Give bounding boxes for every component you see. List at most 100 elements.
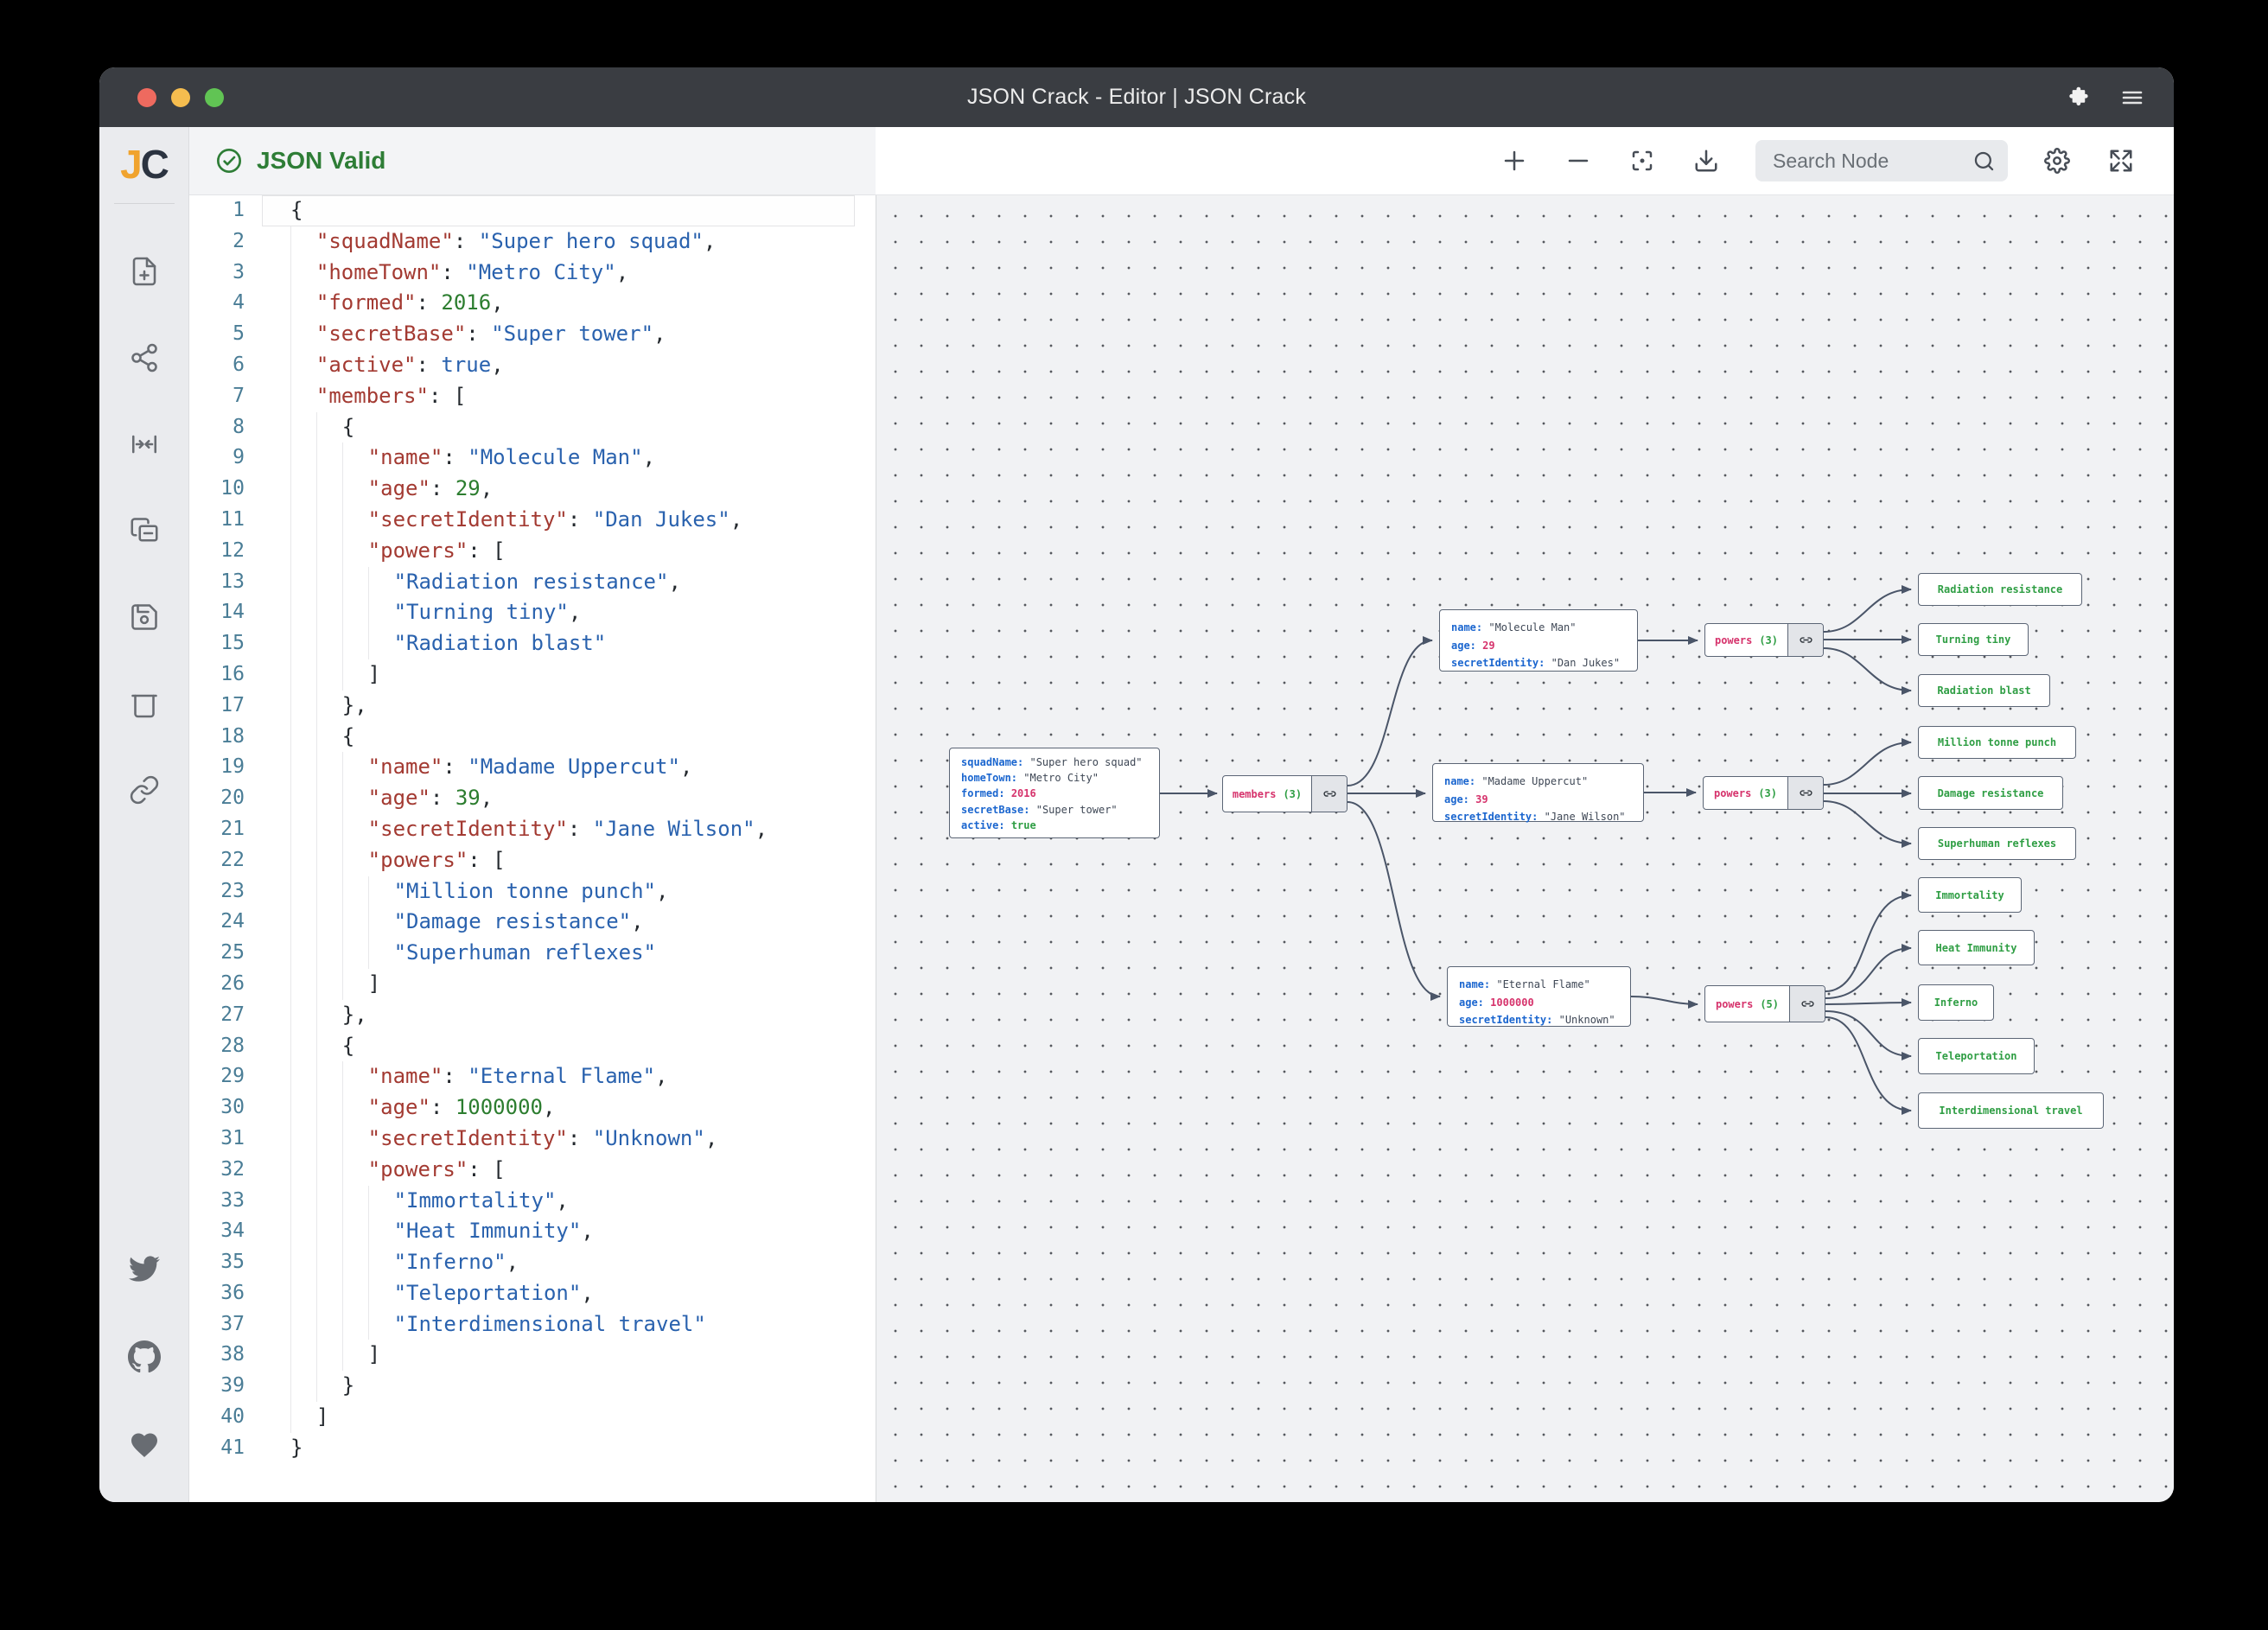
app-logo[interactable]: JC: [120, 144, 168, 184]
fit-width-button[interactable]: [117, 417, 172, 472]
code-line[interactable]: 15"Radiation blast": [189, 628, 876, 659]
code-line[interactable]: 10"age": 29,: [189, 474, 876, 505]
node-leaf[interactable]: Interdimensional travel: [1918, 1092, 2104, 1129]
line-number: 7: [189, 381, 262, 412]
delete-button[interactable]: [117, 676, 172, 731]
code-line[interactable]: 41}: [189, 1433, 876, 1464]
code-line[interactable]: 3"homeTown": "Metro City",: [189, 258, 876, 289]
puzzle-extension-icon[interactable]: [2067, 86, 2091, 109]
line-number: 39: [189, 1371, 262, 1402]
code-line[interactable]: 40]: [189, 1402, 876, 1433]
line-number: 32: [189, 1155, 262, 1186]
code-line[interactable]: 8{: [189, 412, 876, 443]
code-line[interactable]: 22"powers": [: [189, 845, 876, 876]
code-line[interactable]: 13"Radiation resistance",: [189, 567, 876, 598]
zoom-out-button[interactable]: [1564, 146, 1593, 175]
code-line[interactable]: 32"powers": [: [189, 1155, 876, 1186]
code-line[interactable]: 24"Damage resistance",: [189, 907, 876, 938]
node-leaf[interactable]: Radiation resistance: [1918, 573, 2082, 606]
line-number: 41: [189, 1433, 262, 1464]
code-line[interactable]: 38]: [189, 1340, 876, 1371]
collapse-link-icon[interactable]: [1787, 624, 1823, 656]
node-leaf[interactable]: Million tonne punch: [1918, 726, 2076, 759]
node-member-eternal-flame[interactable]: name: "Eternal Flame" age: 1000000 secre…: [1447, 966, 1631, 1027]
code-line[interactable]: 17},: [189, 691, 876, 722]
line-number: 10: [189, 474, 262, 505]
code-line[interactable]: 12"powers": [: [189, 536, 876, 567]
code-line[interactable]: 37"Interdimensional travel": [189, 1309, 876, 1340]
code-line[interactable]: 36"Teleportation",: [189, 1278, 876, 1309]
node-leaf[interactable]: Radiation blast: [1918, 674, 2050, 707]
sponsor-button[interactable]: [117, 1417, 172, 1473]
line-number: 8: [189, 412, 262, 443]
download-image-button[interactable]: [1691, 146, 1721, 175]
twitter-icon: [129, 1253, 160, 1284]
line-number: 38: [189, 1340, 262, 1371]
code-line[interactable]: 9"name": "Molecule Man",: [189, 443, 876, 474]
node-leaf[interactable]: Heat Immunity: [1918, 930, 2035, 965]
code-line[interactable]: 5"secretBase": "Super tower",: [189, 319, 876, 350]
code-line[interactable]: 34"Heat Immunity",: [189, 1216, 876, 1247]
twitter-button[interactable]: [117, 1241, 172, 1296]
menu-icon[interactable]: [2120, 87, 2144, 108]
code-line[interactable]: 23"Million tonne punch",: [189, 876, 876, 907]
code-line[interactable]: 35"Inferno",: [189, 1247, 876, 1278]
code-line[interactable]: 19"name": "Madame Uppercut",: [189, 752, 876, 783]
code-line[interactable]: 11"secretIdentity": "Dan Jukes",: [189, 505, 876, 536]
code-line[interactable]: 31"secretIdentity": "Unknown",: [189, 1124, 876, 1155]
focus-center-button[interactable]: [1628, 146, 1657, 175]
code-line[interactable]: 29"name": "Eternal Flame",: [189, 1061, 876, 1092]
collapse-link-icon[interactable]: [1311, 776, 1347, 812]
node-root-object[interactable]: squadName: "Super hero squad" homeTown: …: [949, 748, 1160, 838]
code-line[interactable]: 2"squadName": "Super hero squad",: [189, 226, 876, 258]
share-link-button[interactable]: [117, 762, 172, 818]
code-line[interactable]: 27},: [189, 1000, 876, 1031]
graph-view-button[interactable]: [117, 330, 172, 385]
node-powers-array-3[interactable]: powers(5): [1704, 985, 1825, 1022]
code-line[interactable]: 21"secretIdentity": "Jane Wilson",: [189, 814, 876, 845]
code-line[interactable]: 26]: [189, 969, 876, 1000]
node-member-madame-uppercut[interactable]: name: "Madame Uppercut" age: 39 secretId…: [1432, 763, 1644, 822]
node-leaf[interactable]: Damage resistance: [1918, 776, 2063, 810]
graph-canvas[interactable]: squadName: "Super hero squad" homeTown: …: [876, 195, 2174, 1502]
code-line[interactable]: 1{: [189, 195, 876, 226]
code-line[interactable]: 30"age": 1000000,: [189, 1092, 876, 1124]
code-line[interactable]: 14"Turning tiny",: [189, 597, 876, 628]
code-line[interactable]: 4"formed": 2016,: [189, 288, 876, 319]
collapse-link-icon[interactable]: [1789, 986, 1825, 1022]
node-leaf[interactable]: Teleportation: [1918, 1038, 2035, 1074]
fullscreen-button[interactable]: [2106, 146, 2136, 175]
code-line[interactable]: 18{: [189, 722, 876, 753]
code-line[interactable]: 28{: [189, 1031, 876, 1062]
search-node-input[interactable]: [1771, 149, 1972, 174]
heart-icon: [129, 1429, 160, 1461]
save-floppy-icon: [129, 602, 160, 633]
node-leaf[interactable]: Inferno: [1918, 984, 1994, 1021]
save-button[interactable]: [117, 589, 172, 645]
node-member-molecule-man[interactable]: name: "Molecule Man" age: 29 secretIdent…: [1439, 609, 1638, 672]
sidebar: JC: [99, 127, 189, 1502]
collapse-link-icon[interactable]: [1787, 777, 1823, 809]
editor-header: JSON Valid: [189, 127, 876, 195]
node-powers-array-1[interactable]: powers(3): [1704, 623, 1824, 657]
node-leaf[interactable]: Superhuman reflexes: [1918, 827, 2076, 860]
code-line[interactable]: 39}: [189, 1371, 876, 1402]
node-members-array[interactable]: members(3): [1222, 775, 1347, 812]
json-code-editor[interactable]: 1{2"squadName": "Super hero squad",3"hom…: [189, 195, 876, 1502]
code-line[interactable]: 7"members": [: [189, 381, 876, 412]
code-line[interactable]: 6"active": true,: [189, 350, 876, 381]
copy-button[interactable]: [117, 503, 172, 558]
settings-button[interactable]: [2042, 146, 2072, 175]
code-line[interactable]: 33"Immortality",: [189, 1186, 876, 1217]
code-line[interactable]: 25"Superhuman reflexes": [189, 938, 876, 969]
node-powers-array-2[interactable]: powers(3): [1703, 776, 1824, 810]
gear-icon: [2044, 148, 2070, 174]
node-leaf[interactable]: Turning tiny: [1918, 623, 2029, 656]
code-line[interactable]: 20"age": 39,: [189, 783, 876, 814]
new-document-button[interactable]: [117, 244, 172, 299]
node-leaf[interactable]: Immortality: [1918, 877, 2022, 913]
line-number: 40: [189, 1402, 262, 1433]
code-line[interactable]: 16]: [189, 659, 876, 691]
zoom-in-button[interactable]: [1500, 146, 1529, 175]
github-button[interactable]: [117, 1329, 172, 1385]
